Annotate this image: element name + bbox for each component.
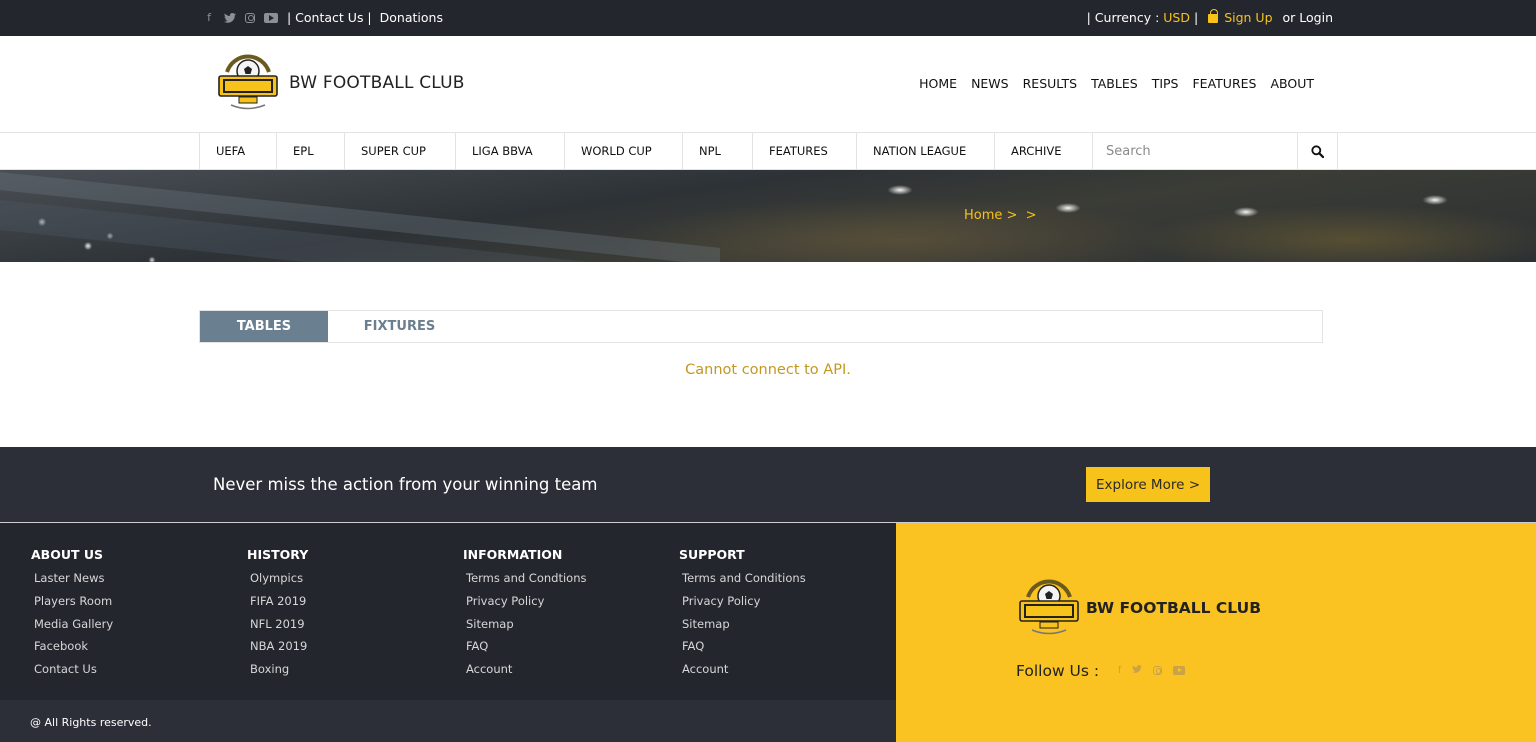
nav-results[interactable]: RESULTS <box>1023 76 1077 91</box>
instagram-icon[interactable] <box>245 12 255 23</box>
login-link[interactable]: or Login <box>1283 10 1333 25</box>
footer-link[interactable]: Privacy Policy <box>679 594 806 617</box>
nav-tips[interactable]: TIPS <box>1152 76 1179 91</box>
donations-link[interactable]: Donations <box>380 10 443 25</box>
footer-brand-panel: BW FOOTBALL CLUB Follow Us : f <box>896 523 1536 742</box>
footer-column-title: SUPPORT <box>679 547 745 562</box>
category-archive[interactable]: ARCHIVE <box>994 133 1092 169</box>
category-nation-league[interactable]: NATION LEAGUE <box>856 133 994 169</box>
currency-separator: | <box>1190 10 1199 25</box>
contact-us-link[interactable]: | Contact Us | <box>287 10 372 25</box>
footer-link[interactable]: Boxing <box>247 662 308 685</box>
twitter-icon[interactable] <box>1132 665 1143 676</box>
footer-links: ABOUT US Laster News Players Room Media … <box>0 523 896 700</box>
cta-band: Never miss the action from your winning … <box>0 447 1536 523</box>
footer-link[interactable]: Terms and Condtions <box>463 571 587 594</box>
search-icon <box>1311 144 1324 158</box>
football-club-logo[interactable] <box>1018 577 1080 635</box>
footer-link[interactable]: Terms and Conditions <box>679 571 806 594</box>
footer-column-title: HISTORY <box>247 547 309 562</box>
category-features[interactable]: FEATURES <box>752 133 856 169</box>
sign-up-link[interactable]: Sign Up <box>1224 10 1272 25</box>
top-bar: f | Contact Us | Donations | Currency : … <box>0 0 1536 36</box>
tab-bar: TABLES FIXTURES <box>199 310 1323 343</box>
footer-link[interactable]: Privacy Policy <box>463 594 587 617</box>
footer-column-support: SUPPORT Terms and Conditions Privacy Pol… <box>679 547 806 685</box>
instagram-icon[interactable] <box>1153 666 1163 675</box>
footer-link[interactable]: NFL 2019 <box>247 617 308 640</box>
youtube-icon[interactable] <box>1173 666 1186 675</box>
copyright-bar: @ All Rights reserved. <box>0 700 896 742</box>
category-epl[interactable]: EPL <box>276 133 344 169</box>
category-bar: UEFA EPL SUPER CUP LIGA BBVA WORLD CUP N… <box>0 132 1536 170</box>
facebook-icon[interactable]: f <box>203 11 215 25</box>
copyright-text: @ All Rights reserved. <box>30 716 152 729</box>
footer-link[interactable]: FIFA 2019 <box>247 594 308 617</box>
category-list: UEFA EPL SUPER CUP LIGA BBVA WORLD CUP N… <box>199 133 1092 169</box>
nav-tables[interactable]: TABLES <box>1091 76 1138 91</box>
footer-link[interactable]: NBA 2019 <box>247 639 308 662</box>
footer-link[interactable]: Players Room <box>31 594 113 617</box>
footer-column-history: HISTORY Olympics FIFA 2019 NFL 2019 NBA … <box>247 547 308 685</box>
search-box <box>1092 133 1338 169</box>
lock-icon <box>1208 9 1219 23</box>
footer-link[interactable]: Contact Us <box>31 662 113 685</box>
category-npl[interactable]: NPL <box>682 133 752 169</box>
explore-more-button[interactable]: Explore More > <box>1086 467 1210 502</box>
follow-us-label: Follow Us : <box>1016 662 1100 680</box>
footer-link[interactable]: Sitemap <box>463 617 587 640</box>
search-button[interactable] <box>1297 133 1337 169</box>
site-header: BW FOOTBALL CLUB HOME NEWS RESULTS TABLE… <box>0 36 1536 132</box>
footer-link[interactable]: Sitemap <box>679 617 806 640</box>
footer-link[interactable]: Media Gallery <box>31 617 113 640</box>
facebook-icon[interactable]: f <box>1118 665 1121 676</box>
footer-link[interactable]: FAQ <box>679 639 806 662</box>
top-bar-left: f | Contact Us | Donations <box>203 10 443 25</box>
nav-home[interactable]: HOME <box>919 76 957 91</box>
currency-value[interactable]: USD <box>1163 10 1190 25</box>
nav-features[interactable]: FEATURES <box>1192 76 1256 91</box>
stadium-banner: Home > > <box>0 170 1536 262</box>
footer-social-icons: f <box>1118 665 1186 676</box>
footer-link[interactable]: Olympics <box>247 571 308 594</box>
twitter-icon[interactable] <box>224 11 236 25</box>
football-club-logo[interactable] <box>217 52 279 110</box>
category-world-cup[interactable]: WORLD CUP <box>564 133 682 169</box>
category-super-cup[interactable]: SUPER CUP <box>344 133 455 169</box>
footer-link[interactable]: Account <box>463 662 587 685</box>
cta-message: Never miss the action from your winning … <box>213 475 598 494</box>
nav-news[interactable]: NEWS <box>971 76 1009 91</box>
footer-link[interactable]: FAQ <box>463 639 587 662</box>
footer-column-title: ABOUT US <box>31 547 104 562</box>
currency-label: | Currency : <box>1086 10 1164 25</box>
brand-name[interactable]: BW FOOTBALL CLUB <box>289 73 465 93</box>
search-input[interactable] <box>1093 133 1299 169</box>
footer-column-title: INFORMATION <box>463 547 563 562</box>
top-bar-right: | Currency : USD | Sign Up or Login <box>1086 9 1333 25</box>
footer-brand-name: BW FOOTBALL CLUB <box>1086 599 1262 617</box>
footer-column-about-us: ABOUT US Laster News Players Room Media … <box>31 547 113 685</box>
nav-about[interactable]: ABOUT <box>1270 76 1314 91</box>
api-error-message: Cannot connect to API. <box>685 362 851 378</box>
youtube-icon[interactable] <box>264 12 278 23</box>
category-uefa[interactable]: UEFA <box>199 133 276 169</box>
footer-link[interactable]: Facebook <box>31 639 113 662</box>
footer-link[interactable]: Account <box>679 662 806 685</box>
footer-column-information: INFORMATION Terms and Condtions Privacy … <box>463 547 587 685</box>
breadcrumb[interactable]: Home > > <box>964 208 1037 223</box>
category-liga-bbva[interactable]: LIGA BBVA <box>455 133 564 169</box>
tab-fixtures[interactable]: FIXTURES <box>328 311 471 342</box>
main-nav: HOME NEWS RESULTS TABLES TIPS FEATURES A… <box>905 76 1314 91</box>
tab-tables[interactable]: TABLES <box>200 311 328 342</box>
footer-link[interactable]: Laster News <box>31 571 113 594</box>
